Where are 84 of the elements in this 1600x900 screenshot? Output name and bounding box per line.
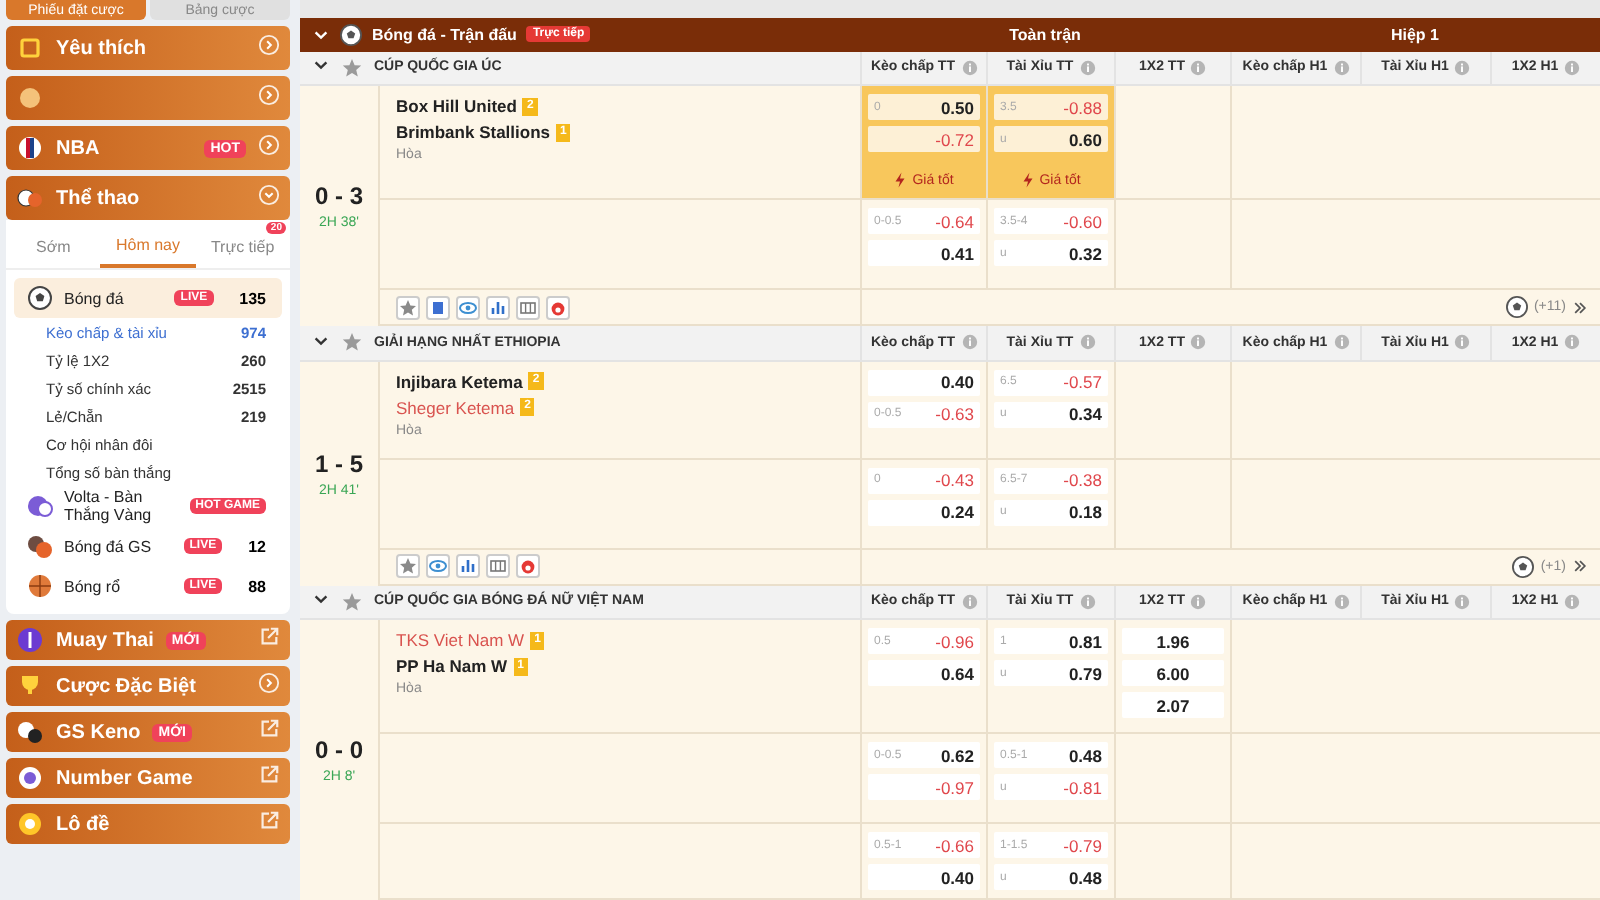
chevron-icon	[312, 590, 330, 609]
sidebar-menu-item[interactable]: Lô đề	[6, 804, 290, 844]
external-link-icon	[258, 810, 280, 832]
odds-button[interactable]: 0.41	[868, 240, 980, 266]
sidebar-menu-item[interactable]: Number Game	[6, 758, 290, 798]
external-link-icon	[258, 764, 280, 786]
sidebar-menu-item[interactable]: Yêu thích	[6, 26, 290, 70]
chevron-circle-icon	[258, 672, 280, 694]
bolt-icon	[1021, 172, 1034, 188]
bolt-icon	[894, 172, 907, 188]
sport-icon	[16, 84, 44, 112]
eye-icon[interactable]	[426, 554, 450, 578]
chevron-circle-icon	[258, 134, 280, 156]
info-icon[interactable]	[961, 593, 977, 610]
external-link-icon	[258, 626, 280, 648]
info-icon[interactable]	[1333, 334, 1350, 351]
info-icon[interactable]	[1079, 593, 1096, 610]
menu-icon	[16, 764, 44, 792]
sport-icon	[26, 532, 54, 560]
external-link-icon	[258, 718, 280, 740]
star-icon[interactable]	[396, 554, 420, 578]
team-name: Injibara Ketema	[396, 371, 523, 391]
sidebar-menu-item[interactable]: Cược Đặc Biệt	[6, 666, 290, 706]
double-chevron-icon[interactable]	[1572, 558, 1588, 574]
star-icon[interactable]	[396, 295, 420, 319]
team-name: TKS Viet Nam W	[396, 630, 525, 650]
double-chevron-icon[interactable]	[1572, 299, 1588, 315]
sport-icon	[16, 184, 44, 212]
star-icon[interactable]	[342, 57, 362, 78]
ball-icon	[340, 23, 362, 46]
odds-button[interactable]: 0.40	[868, 864, 980, 890]
info-icon[interactable]	[1564, 593, 1581, 610]
sport-icon	[16, 34, 44, 62]
chevron-circle-icon	[258, 184, 280, 206]
sport-icon	[26, 284, 54, 312]
info-icon[interactable]	[1190, 334, 1207, 351]
sport-icon	[26, 492, 54, 520]
info-icon[interactable]	[1564, 334, 1581, 351]
menu-icon	[16, 718, 44, 746]
sport-tab[interactable]: Sớm	[6, 224, 101, 268]
group-title: Toàn trận	[1009, 25, 1081, 44]
sport-tab[interactable]: Hôm nay	[100, 224, 196, 268]
info-icon[interactable]	[1079, 59, 1096, 76]
info-icon[interactable]	[1454, 59, 1471, 76]
odds-button[interactable]: 0.40	[868, 369, 980, 395]
sport-icon	[26, 572, 54, 600]
team-name: Brimbank Stallions	[396, 122, 550, 142]
team-name: Box Hill United	[396, 96, 517, 116]
info-icon[interactable]	[1564, 59, 1581, 76]
star-icon[interactable]	[342, 591, 362, 612]
menu-icon	[16, 672, 44, 700]
odds-button[interactable]: 2.07	[1122, 692, 1224, 718]
info-icon[interactable]	[961, 334, 977, 351]
soccer-ball-icon	[1505, 296, 1528, 318]
info-icon[interactable]	[1333, 59, 1350, 76]
sidebar-menu-item[interactable]: Thể thao	[6, 176, 290, 220]
team-name: Sheger Ketema	[396, 397, 515, 417]
section-title: Bóng đá - Trận đấu	[372, 25, 517, 44]
soccer-ball-icon	[1512, 555, 1535, 577]
menu-icon	[16, 810, 44, 838]
sidebar-menu-item[interactable]	[6, 76, 290, 120]
info-icon[interactable]	[1190, 59, 1207, 76]
info-icon[interactable]	[1190, 593, 1207, 610]
stats-icon[interactable]	[456, 554, 480, 578]
stats-icon[interactable]	[486, 295, 510, 319]
team-name: PP Ha Nam W	[396, 656, 508, 676]
info-icon[interactable]	[1454, 334, 1471, 351]
group-title: Hiệp 1	[1390, 25, 1439, 44]
odds-button[interactable]: 0.64	[868, 660, 980, 686]
odds-button[interactable]: 0.24	[868, 499, 980, 525]
star-icon[interactable]	[342, 332, 362, 353]
odds-button[interactable]: -0.97	[868, 774, 980, 800]
sport-icon	[16, 134, 44, 162]
odds-button[interactable]: -0.72	[868, 126, 980, 152]
info-icon[interactable]	[961, 59, 977, 76]
menu-icon	[16, 626, 44, 654]
odds-button[interactable]: 6.00	[1122, 660, 1224, 686]
odds-button[interactable]: 1.96	[1122, 628, 1224, 654]
info-icon[interactable]	[1454, 593, 1471, 610]
chevron-circle-icon	[258, 34, 280, 56]
info-icon[interactable]	[1333, 593, 1350, 610]
info-icon[interactable]	[1079, 334, 1096, 351]
eye-icon[interactable]	[456, 295, 480, 319]
chevron-circle-icon	[258, 84, 280, 106]
